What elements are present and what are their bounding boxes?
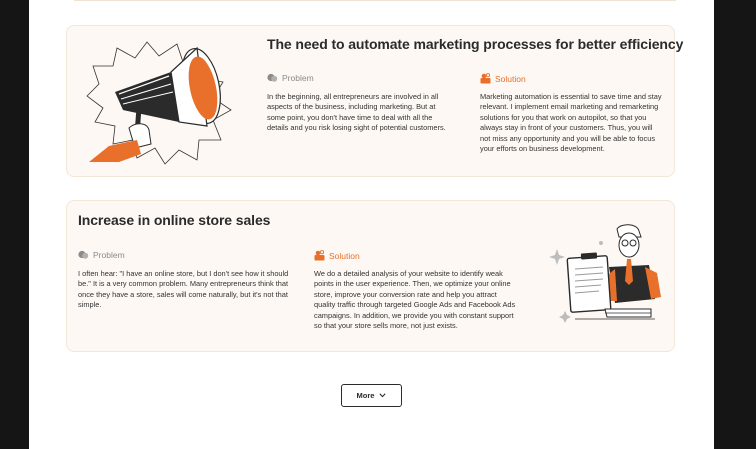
page: The need to automate marketing processes… bbox=[29, 0, 714, 449]
solution-text: Marketing automation is essential to sav… bbox=[480, 92, 662, 154]
problem-tag: Problem bbox=[267, 73, 314, 83]
more-button[interactable]: More bbox=[341, 384, 402, 407]
person-lightbulb-icon bbox=[480, 73, 491, 84]
chevron-down-icon bbox=[379, 393, 387, 398]
person-lightbulb-icon bbox=[314, 250, 325, 261]
solution-label: Solution bbox=[495, 73, 526, 84]
solution-label: Solution bbox=[329, 250, 360, 261]
card-title: The need to automate marketing processes… bbox=[267, 36, 684, 52]
more-button-label: More bbox=[356, 391, 375, 400]
card-marketing-automation: The need to automate marketing processes… bbox=[66, 25, 683, 177]
problem-tag: Problem bbox=[78, 250, 125, 260]
card-online-store-sales: Increase in online store sales Problem I… bbox=[66, 200, 675, 352]
megaphone-illustration bbox=[86, 41, 232, 165]
solution-tag: Solution bbox=[314, 250, 360, 261]
man-with-clipboard-illustration bbox=[549, 224, 661, 323]
problem-text: I often hear: "I have an online store, b… bbox=[78, 269, 289, 310]
problem-label: Problem bbox=[282, 73, 314, 83]
speech-bubbles-icon bbox=[267, 73, 278, 82]
solution-text: We do a detailed analysis of your websit… bbox=[314, 269, 516, 331]
previous-card-edge bbox=[74, 0, 676, 1]
solution-tag: Solution bbox=[480, 73, 526, 84]
problem-text: In the beginning, all entrepreneurs are … bbox=[267, 92, 446, 133]
speech-bubbles-icon bbox=[78, 250, 89, 259]
card-title: Increase in online store sales bbox=[78, 212, 271, 228]
problem-label: Problem bbox=[93, 250, 125, 260]
